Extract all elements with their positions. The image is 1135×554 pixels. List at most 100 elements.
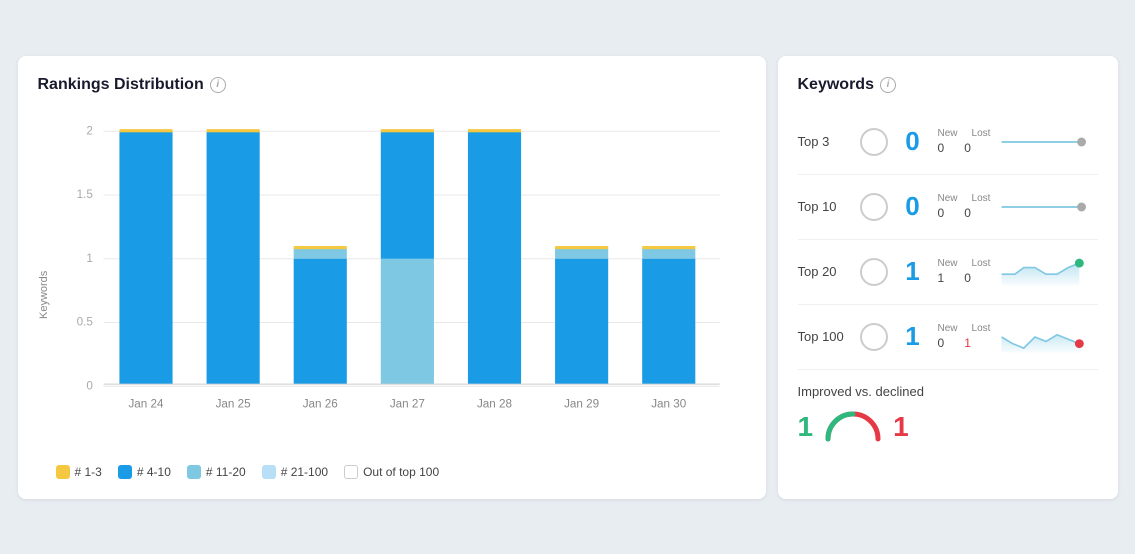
- keyword-row-top20: Top 20 1 New Lost 1 0: [798, 240, 1098, 305]
- svg-text:Jan 25: Jan 25: [215, 397, 250, 410]
- keywords-title-text: Keywords: [798, 76, 874, 94]
- keyword-row-top100: Top 100 1 New Lost 0 1: [798, 305, 1098, 370]
- declined-count: 1: [893, 411, 909, 443]
- kw-label-top20: Top 20: [798, 264, 850, 279]
- improved-row: 1 1: [798, 409, 1098, 445]
- legend-label-4-10: # 4-10: [137, 465, 171, 479]
- mini-chart-top3: [994, 122, 1098, 162]
- new-val-top100: 0: [938, 336, 945, 350]
- kw-new-lost-header-top3: New Lost: [938, 128, 984, 139]
- svg-text:Jan 24: Jan 24: [128, 397, 164, 410]
- panel-title-keywords: Keywords i: [798, 76, 1098, 94]
- bar-jan30-top20: [642, 248, 695, 259]
- new-label-top100: New: [938, 323, 958, 334]
- kw-label-top100: Top 100: [798, 329, 850, 344]
- bar-jan29-top10: [555, 258, 608, 383]
- kw-new-lost-header-top100: New Lost: [938, 323, 984, 334]
- bar-jan28-top3: [467, 129, 520, 132]
- svg-text:Jan 28: Jan 28: [476, 397, 511, 410]
- mini-chart-top100: [994, 317, 1098, 357]
- new-val-top10: 0: [938, 206, 945, 220]
- kw-circle-top3: [860, 128, 888, 156]
- kw-count-top3: 0: [898, 126, 928, 157]
- bar-jan27-top3: [380, 129, 433, 132]
- kw-circle-top100: [860, 323, 888, 351]
- main-container: Rankings Distribution i Keywords 2 1.5 1…: [18, 56, 1118, 499]
- new-val-top20: 1: [938, 271, 945, 285]
- svg-text:0.5: 0.5: [76, 315, 92, 328]
- legend-item-21-100: # 21-100: [262, 465, 328, 479]
- chart-area: Keywords 2 1.5 1 0.5 0: [38, 110, 746, 479]
- lost-val-top20: 0: [964, 271, 971, 285]
- svg-text:0: 0: [86, 379, 93, 392]
- lost-val-top3: 0: [964, 141, 971, 155]
- kw-new-lost-header-top10: New Lost: [938, 193, 984, 204]
- lost-label-top20: Lost: [972, 258, 991, 269]
- lost-label-top3: Lost: [972, 128, 991, 139]
- kw-new-lost-top3: New Lost 0 0: [938, 128, 984, 155]
- keyword-row-top3: Top 3 0 New Lost 0 0: [798, 110, 1098, 175]
- kw-new-lost-top100: New Lost 0 1: [938, 323, 984, 350]
- panel-title-rankings: Rankings Distribution i: [38, 76, 746, 94]
- kw-new-lost-values-top10: 0 0: [938, 206, 984, 220]
- bar-jan29-top3: [555, 246, 608, 249]
- svg-text:Jan 26: Jan 26: [302, 397, 337, 410]
- new-label-top10: New: [938, 193, 958, 204]
- kw-new-lost-header-top20: New Lost: [938, 258, 984, 269]
- kw-circle-top20: [860, 258, 888, 286]
- rankings-info-icon[interactable]: i: [210, 77, 226, 93]
- keyword-row-top10: Top 10 0 New Lost 0 0: [798, 175, 1098, 240]
- svg-text:Jan 27: Jan 27: [389, 397, 424, 410]
- improved-label: Improved vs. declined: [798, 384, 1098, 399]
- kw-new-lost-values-top20: 1 0: [938, 271, 984, 285]
- bar-jan27-top20: [380, 258, 433, 383]
- legend-item-1-3: # 1-3: [56, 465, 102, 479]
- new-label-top20: New: [938, 258, 958, 269]
- kw-label-top10: Top 10: [798, 199, 850, 214]
- lost-val-top100: 1: [964, 336, 971, 350]
- legend-box-out-top100: [344, 465, 358, 479]
- bar-chart: 2 1.5 1 0.5 0 Jan 24 Jan 25: [56, 110, 746, 450]
- lost-val-top10: 0: [964, 206, 971, 220]
- bar-jan28-top10: [467, 131, 520, 384]
- kw-count-top10: 0: [898, 191, 928, 222]
- svg-text:Jan 29: Jan 29: [564, 397, 599, 410]
- legend-box-4-10: [118, 465, 132, 479]
- bar-jan26-top20: [293, 248, 346, 259]
- bar-jan24-top3: [119, 129, 172, 132]
- bar-jan30-top10: [642, 258, 695, 383]
- chart-legend: # 1-3 # 4-10 # 11-20 # 21-100: [56, 465, 746, 479]
- rankings-distribution-panel: Rankings Distribution i Keywords 2 1.5 1…: [18, 56, 766, 499]
- improved-section: Improved vs. declined 1 1: [798, 370, 1098, 445]
- bar-jan27-top10: [380, 131, 433, 259]
- kw-new-lost-top20: New Lost 1 0: [938, 258, 984, 285]
- kw-circle-top10: [860, 193, 888, 221]
- kw-new-lost-values-top3: 0 0: [938, 141, 984, 155]
- new-label-top3: New: [938, 128, 958, 139]
- kw-label-top3: Top 3: [798, 134, 850, 149]
- legend-box-1-3: [56, 465, 70, 479]
- lost-label-top100: Lost: [972, 323, 991, 334]
- keywords-panel: Keywords i Top 3 0 New Lost 0 0: [778, 56, 1118, 499]
- lost-label-top10: Lost: [972, 193, 991, 204]
- kw-count-top100: 1: [898, 321, 928, 352]
- legend-label-11-20: # 11-20: [206, 465, 246, 479]
- legend-box-21-100: [262, 465, 276, 479]
- chart-wrapper: 2 1.5 1 0.5 0 Jan 24 Jan 25: [56, 110, 746, 479]
- legend-label-out-top100: Out of top 100: [363, 465, 439, 479]
- bar-jan26-top3: [293, 246, 346, 249]
- bar-jan26-top10: [293, 258, 346, 383]
- gauge-arc: [823, 409, 883, 445]
- keywords-info-icon[interactable]: i: [880, 77, 896, 93]
- kw-count-top20: 1: [898, 256, 928, 287]
- legend-label-21-100: # 21-100: [281, 465, 328, 479]
- bar-jan30-top3: [642, 246, 695, 249]
- new-val-top3: 0: [938, 141, 945, 155]
- legend-item-out-top100: Out of top 100: [344, 465, 439, 479]
- mini-chart-top20: [994, 252, 1098, 292]
- bar-jan25-top10: [206, 131, 259, 384]
- legend-item-4-10: # 4-10: [118, 465, 171, 479]
- legend-label-1-3: # 1-3: [75, 465, 102, 479]
- legend-item-11-20: # 11-20: [187, 465, 246, 479]
- svg-text:1.5: 1.5: [76, 188, 92, 201]
